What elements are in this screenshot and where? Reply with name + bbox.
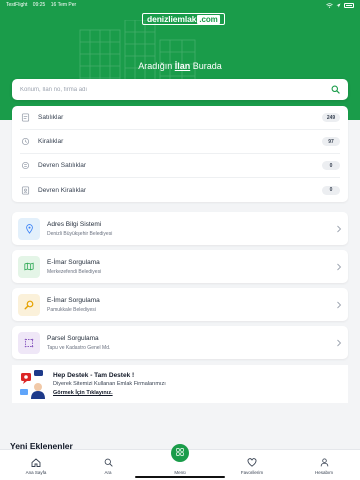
transfer-icon <box>20 161 30 171</box>
location-arrow-icon <box>336 3 341 7</box>
service-subtitle: Pamukkale Belediyesi <box>47 306 96 313</box>
chevron-right-icon <box>337 225 342 232</box>
category-row-kiraliklar[interactable]: Kiralıklar 97 <box>20 130 340 154</box>
chevron-right-icon <box>337 301 342 308</box>
category-row-satiliklar[interactable]: Satılıklar 249 <box>20 106 340 130</box>
chevron-right-icon <box>337 263 342 270</box>
service-parsel-sorgulama[interactable]: Parsel Sorgulama Tapu ve Kadastro Genel … <box>12 326 348 359</box>
promo-title: Hep Destek - Tam Destek ! <box>53 372 135 379</box>
home-indicator <box>135 476 225 478</box>
tab-label: Hesabım <box>314 470 333 475</box>
service-subtitle: Merkezefendi Belediyesi <box>47 268 102 275</box>
user-icon <box>320 458 328 467</box>
heart-icon <box>247 458 257 467</box>
category-count: 0 <box>322 185 340 195</box>
status-carrier: TestFlight <box>6 2 28 8</box>
service-subtitle: Tapu ve Kadastro Genel Md. <box>47 344 111 351</box>
hero-title-highlight: İlan <box>174 61 191 71</box>
search-icon[interactable] <box>330 85 340 95</box>
support-promo[interactable]: Hep Destek - Tam Destek ! Diyerek Sitemi… <box>12 365 348 403</box>
service-adres-bilgi-sistemi[interactable]: Adres Bilgi Sistemi Denizli Büyükşehir B… <box>12 212 348 245</box>
home-icon <box>31 458 41 467</box>
hero-title: Aradığın İlan Burada <box>0 61 360 71</box>
category-label: Devren Satılıklar <box>38 162 87 169</box>
status-date: 16 Tem Per <box>50 2 77 8</box>
magnifier-icon <box>18 293 40 316</box>
service-list: Adres Bilgi Sistemi Denizli Büyükşehir B… <box>12 212 348 364</box>
category-label: Kiralıklar <box>38 138 64 145</box>
service-title: Parsel Sorgulama <box>47 334 99 342</box>
tab-label: Ana Sayfa <box>25 470 47 475</box>
status-bar: TestFlight 09:25 16 Tem Per <box>0 0 360 10</box>
tab-home[interactable]: Ana Sayfa <box>0 450 72 480</box>
map-pin-icon <box>18 217 40 240</box>
tab-label: Ara <box>104 470 112 475</box>
map-icon <box>18 255 40 278</box>
service-title: E-İmar Sorgulama <box>47 258 100 266</box>
category-count: 0 <box>322 161 340 170</box>
category-list: Satılıklar 249 Kiralıklar 97 Devren Satı… <box>12 106 348 202</box>
grid-icon[interactable] <box>171 444 189 462</box>
logo-text: denizliemlak <box>147 14 197 24</box>
tab-account[interactable]: Hesabım <box>288 450 360 480</box>
promo-link[interactable]: Görmek İçin Tıklayınız. <box>53 390 166 396</box>
tag-icon <box>20 113 30 123</box>
promo-description: Diyerek Sitemizi Kullanan Emlak Firmalar… <box>53 381 166 387</box>
support-illustration-icon <box>20 370 45 399</box>
service-subtitle: Denizli Büyükşehir Belediyesi <box>47 230 113 237</box>
tab-label: Menü <box>174 470 186 475</box>
site-logo[interactable]: denizliemlak .com <box>142 13 225 25</box>
status-time: 09:25 <box>32 2 46 8</box>
category-row-devren-kiraliklar[interactable]: Devren Kiralıklar 0 <box>20 178 340 202</box>
service-e-imar-merkezefendi[interactable]: E-İmar Sorgulama Merkezefendi Belediyesi <box>12 250 348 283</box>
parcel-icon <box>18 331 40 354</box>
key-icon <box>20 137 30 147</box>
category-label: Devren Kiralıklar <box>38 186 87 194</box>
category-count: 97 <box>322 137 340 146</box>
category-row-devren-satiliklar[interactable]: Devren Satılıklar 0 <box>20 154 340 178</box>
chevron-right-icon <box>337 339 342 346</box>
hero-title-prefix: Aradığın <box>138 61 173 71</box>
tab-label: Favorilerim <box>240 470 264 475</box>
service-title: E-İmar Sorgulama <box>47 296 100 304</box>
hero-title-suffix: Burada <box>192 61 222 71</box>
tab-search[interactable]: Ara <box>72 450 144 480</box>
service-e-imar-pamukkale[interactable]: E-İmar Sorgulama Pamukkale Belediyesi <box>12 288 348 321</box>
logo-domain: .com <box>197 14 220 24</box>
battery-icon <box>344 2 354 8</box>
service-title: Adres Bilgi Sistemi <box>47 220 102 228</box>
category-count: 249 <box>322 113 340 122</box>
search-icon <box>104 458 113 467</box>
category-label: Satılıklar <box>38 114 64 121</box>
tab-favorites[interactable]: Favorilerim <box>216 450 288 480</box>
wifi-icon <box>326 2 333 8</box>
search-bar[interactable] <box>12 79 348 100</box>
document-icon <box>20 185 30 195</box>
search-input[interactable] <box>20 86 330 93</box>
